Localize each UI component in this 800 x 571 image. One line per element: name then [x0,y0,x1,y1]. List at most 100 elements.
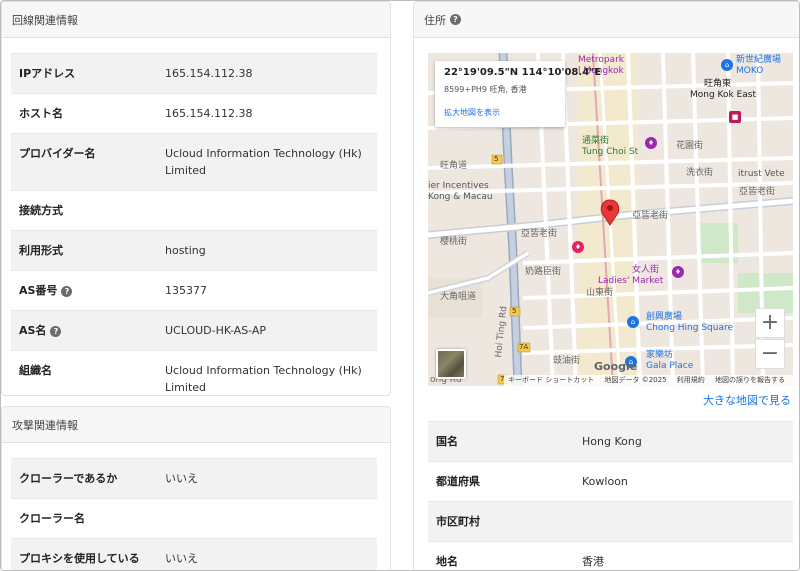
attack-info-table: クローラーであるか いいえクローラー名プロキシを使用しているかいいえ [11,458,377,570]
table-row: クローラー名 [11,498,377,539]
map-info-window: 22°19'09.5"N 114°10'08.4"E 8599+PH9 旺角, … [435,61,602,127]
satellite-toggle-thumbnail[interactable] [436,349,466,379]
street-label: 亞皆老街 [521,229,558,239]
table-row: AS名? UCLOUD-HK-AS-AP [11,310,377,351]
table-row: プロバイダー名 Ucloud Information Technology (Hk… [11,133,377,191]
map-data-text: 地図データ ©2025 [604,376,667,384]
row-value: Kowloon [574,461,793,502]
row-value [574,501,793,542]
row-value [157,498,377,539]
market-icon[interactable]: ♦ [572,241,584,253]
terms-link[interactable]: 利用規約 [677,376,705,384]
row-key-label: 組織名 [19,364,52,377]
row-value: 香港 [574,541,793,570]
row-key-label: AS名 [19,324,47,337]
attack-info-card: 攻撃関連情報 クローラーであるか いいえクローラー名プロキシを使用しているかいいえ [1,406,391,570]
market-icon[interactable]: ♦ [672,266,684,278]
street-label: 洗衣街 [686,168,714,178]
help-icon[interactable]: ? [50,326,62,337]
table-row: 接続方式 [11,190,377,231]
street-label: 亞皆老街 [632,211,669,221]
page-frame: 回線関連情報 IPアドレス 165.154.112.38 ホスト名 165.154.1… [0,0,800,571]
row-key-label: プロキシを使用しているか [19,552,140,570]
road-number-7a: 7A [519,343,529,351]
row-key: ホスト名 [11,93,157,134]
table-row: IPアドレス 165.154.112.38 [11,53,377,94]
help-icon[interactable]: ? [61,286,73,297]
row-key: 国名 [428,421,574,462]
address-title: 住所 [424,13,446,27]
table-row: クローラーであるか いいえ [11,458,377,499]
row-key: クローラー名 [11,498,157,539]
row-key-label: 市区町村 [436,515,480,528]
tung-choi-label[interactable]: 通菜街 Tung Choi St [582,136,638,158]
row-value [157,190,377,231]
gala-place-label[interactable]: 家樂坊 Gala Place [646,350,693,372]
row-key: プロキシを使用しているか [11,538,157,570]
map-footer: キーボード ショートカット 地図データ ©2025 利用規約 地図の誤りを報告す… [504,375,793,386]
row-key: 接続方式 [11,190,157,231]
incentives-label: ier Incentives Kong & Macau [428,181,493,202]
zoom-in-button[interactable]: + [755,308,785,338]
row-key-label: クローラー名 [19,512,85,525]
row-key: クローラーであるか [11,458,157,499]
row-key-label: AS番号 [19,284,58,297]
market-icon[interactable]: ♦ [645,137,657,149]
table-row: 組織名 Ucloud Information Technology (Hk) Li… [11,350,377,395]
street-label: 奶路臣街 [525,267,562,277]
row-value: 165.154.112.38 [157,93,377,134]
row-value: 135377 [157,270,377,311]
row-key-label: ホスト名 [19,107,63,120]
bigger-map-link[interactable]: 大きな地図で見る [703,392,791,408]
road-number-5a: 5 [494,155,499,163]
table-row: 利用形式 hosting [11,230,377,271]
street-label: 旺角道 [440,161,468,171]
table-row: 市区町村 [428,501,793,542]
zoom-out-button[interactable]: − [755,339,785,369]
row-key: 地名 [428,541,574,570]
street-label: 花園街 [676,141,704,151]
table-row: プロキシを使用しているかいいえ [11,538,377,570]
row-key-label: IPアドレス [19,67,76,80]
row-value: Ucloud Information Technology (Hk) Limit… [157,350,377,395]
address-header: 住所 ? [414,2,799,38]
table-row: AS番号? 135377 [11,270,377,311]
row-value: いいえ [157,458,377,499]
row-key: 都道府県 [428,461,574,502]
view-larger-map-link[interactable]: 拡大地図を表示 [444,107,556,118]
table-row: 地名 香港 [428,541,793,570]
trust-label: itrust Vete [738,169,785,179]
line-info-table: IPアドレス 165.154.112.38 ホスト名 165.154.112.38 プロ… [11,53,377,395]
mongkok-east-label[interactable]: 旺角東 Mong Kok East [690,79,756,101]
road-number-5b: 5 [512,307,517,315]
row-key-label: 利用形式 [19,244,63,257]
street-label: 櫻桃街 [440,237,468,247]
chong-hing-label[interactable]: 創興廣場 Chong Hing Square [646,312,733,334]
row-value: Hong Kong [574,421,793,462]
row-key-label: プロバイダー名 [19,147,96,160]
google-map[interactable]: 5 5 7A 7 亞皆老街 亞皆老街 亞皆老街 洗衣街 花園街 豉油街 山東街 … [428,53,793,386]
moko-label[interactable]: 新世紀廣場 MOKO [736,55,781,77]
street-label: 豉油街 [553,356,581,366]
coordinates-text: 22°19'09.5"N 114°10'08.4"E [444,67,602,78]
attack-info-title: 攻撃関連情報 [12,418,78,432]
keyboard-shortcuts-link[interactable]: キーボード ショートカット [508,376,594,384]
address-table: 国名 Hong Kong 都道府県 Kowloon 市区町村地名 香港 [428,421,793,570]
table-row: ホスト名 165.154.112.38 [11,93,377,134]
report-error-link[interactable]: 地図の誤りを報告する [715,376,785,384]
train-station-icon[interactable]: ■ [729,111,741,123]
line-info-header: 回線関連情報 [2,2,390,38]
help-icon[interactable]: ? [450,14,461,25]
row-value: 165.154.112.38 [157,53,377,94]
table-row: 国名 Hong Kong [428,421,793,462]
attack-info-header: 攻撃関連情報 [2,407,390,443]
row-key: 組織名 [11,350,157,395]
shopping-icon[interactable]: ⌂ [721,59,733,71]
shopping-icon[interactable]: ⌂ [627,316,639,328]
row-value: Ucloud Information Technology (Hk) Limit… [157,133,377,191]
row-key: 市区町村 [428,501,574,542]
ladies-market-label[interactable]: 女人街 Ladies' Market [598,265,663,287]
street-label: 亞皆老街 [739,187,776,197]
row-key-label: クローラーであるか [19,472,118,485]
row-value: UCLOUD-HK-AS-AP [157,310,377,351]
